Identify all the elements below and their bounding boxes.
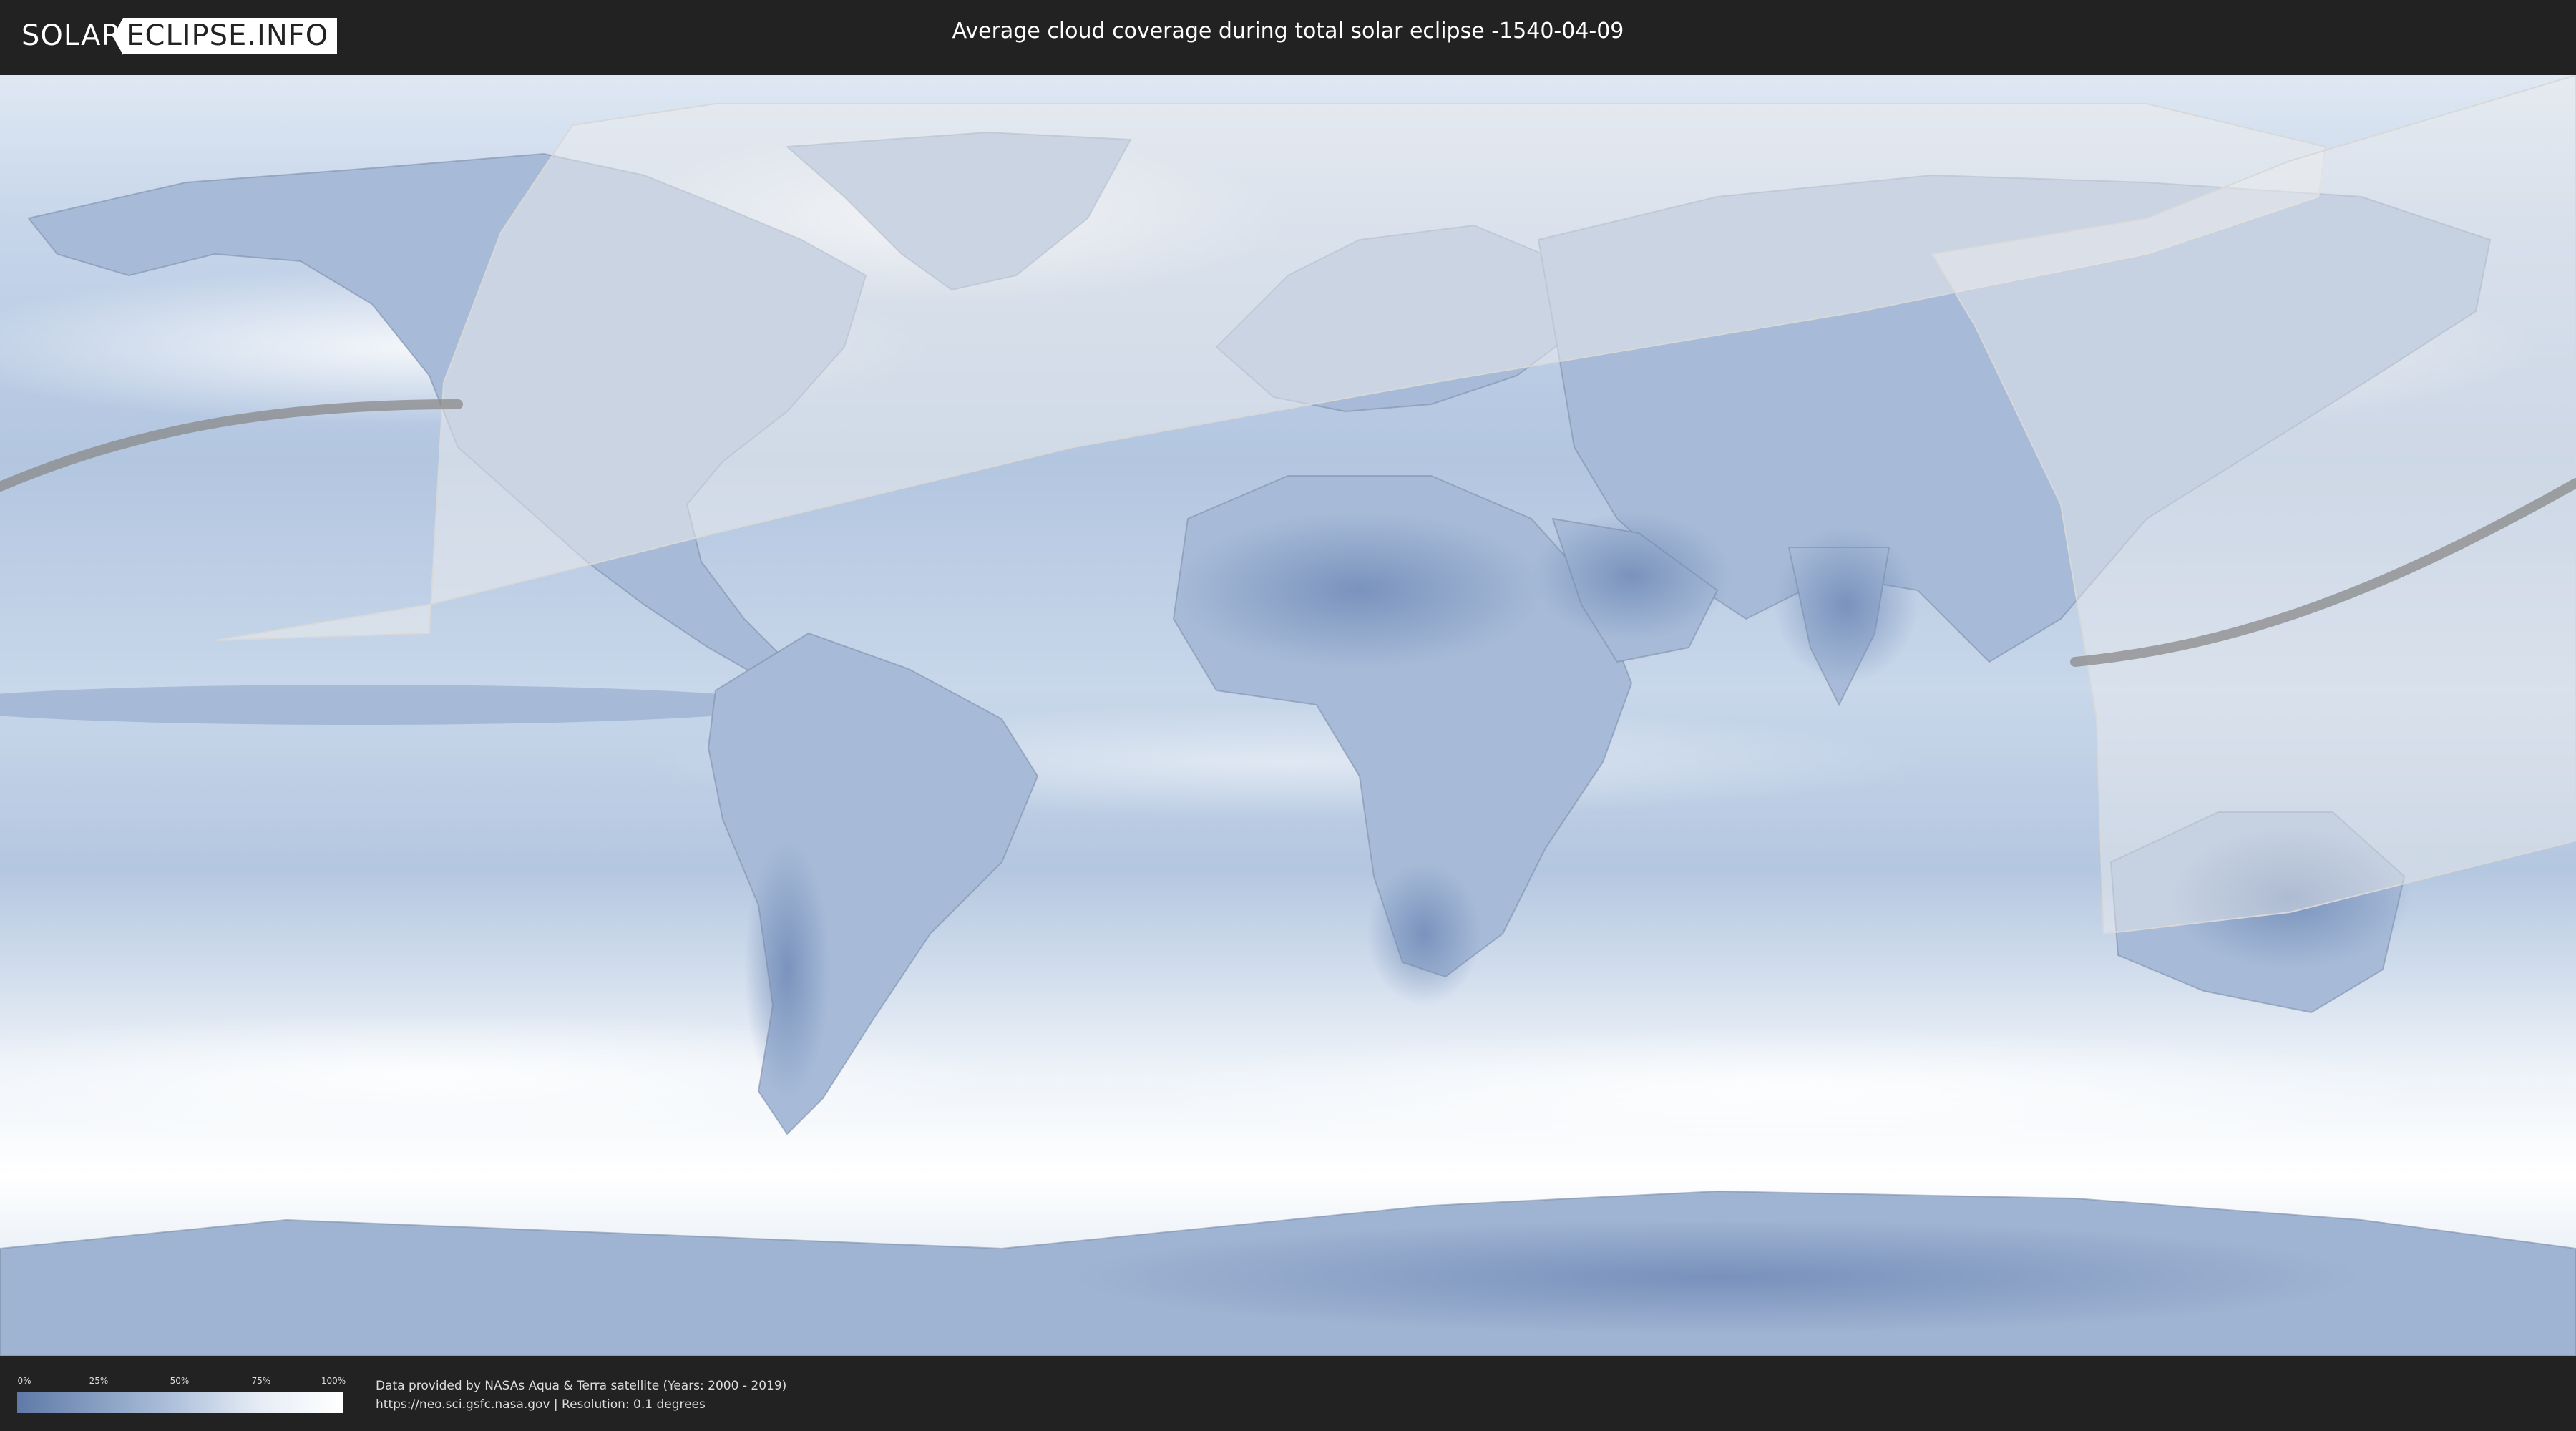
header-bar: SOLAR ECLIPSE.INFO Average cloud coverag… [0, 0, 2576, 72]
legend-tick-100: 100% [321, 1376, 346, 1386]
legend-tick-25: 25% [89, 1376, 109, 1386]
cloud-coverage-legend-bar [17, 1392, 343, 1413]
legend-tick-50: 50% [170, 1376, 190, 1386]
data-source-line: https://neo.sci.gsfc.nasa.gov | Resoluti… [376, 1397, 706, 1412]
data-credit-line: Data provided by NASAs Aqua & Terra sate… [376, 1379, 787, 1393]
cloud-coverage-map [0, 75, 2576, 1356]
legend-tick-0: 0% [17, 1376, 31, 1386]
legend-tick-75: 75% [251, 1376, 271, 1386]
page-title: Average cloud coverage during total sola… [952, 19, 1624, 44]
footer-bar: 0% 25% 50% 75% 100% Data provided by NAS… [0, 1356, 2576, 1431]
map-svg [0, 75, 2576, 1356]
